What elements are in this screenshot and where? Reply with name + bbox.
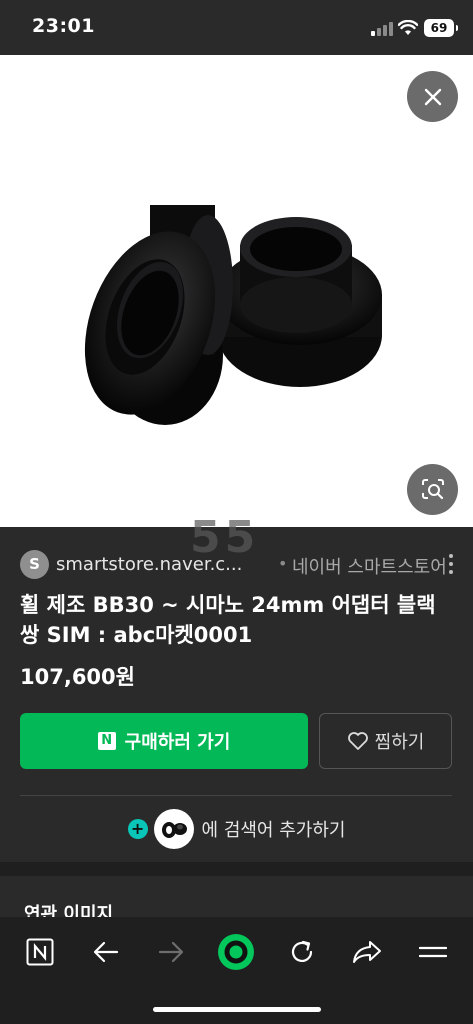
refresh-icon bbox=[291, 940, 313, 963]
forward-arrow-icon bbox=[158, 941, 184, 963]
back-button[interactable] bbox=[86, 932, 126, 972]
home-indicator[interactable] bbox=[153, 1007, 321, 1012]
product-thumbnail-icon bbox=[161, 822, 187, 838]
more-options-icon[interactable] bbox=[445, 554, 457, 576]
source-url[interactable]: smartstore.naver.c... bbox=[56, 554, 242, 575]
wishlist-label: 찜하기 bbox=[374, 732, 425, 753]
source-row[interactable]: S smartstore.naver.c... • 네이버 스마트스토어 bbox=[20, 548, 460, 580]
refresh-button[interactable] bbox=[282, 932, 322, 972]
section-separator bbox=[0, 862, 473, 876]
source-name: 네이버 스마트스토어 bbox=[292, 557, 447, 578]
forward-button[interactable] bbox=[151, 932, 191, 972]
image-search-icon bbox=[421, 478, 444, 499]
buy-button[interactable]: N 구매하러 가기 bbox=[20, 713, 308, 769]
source-avatar: S bbox=[20, 550, 49, 579]
image-search-button[interactable] bbox=[407, 464, 458, 515]
product-image-viewer[interactable] bbox=[0, 55, 473, 527]
battery-icon: 69 bbox=[424, 19, 458, 37]
naver-n-icon bbox=[26, 938, 54, 966]
wishlist-button[interactable]: 찜하기 bbox=[319, 713, 452, 769]
close-button[interactable] bbox=[407, 71, 458, 122]
close-icon bbox=[424, 88, 441, 105]
product-price: 107,600원 bbox=[20, 665, 135, 689]
status-time: 23:01 bbox=[32, 15, 95, 37]
wifi-icon bbox=[398, 20, 418, 35]
back-arrow-icon bbox=[93, 941, 119, 963]
add-search-term-label: 에 검색어 추가하기 bbox=[201, 820, 346, 841]
cellular-signal-icon bbox=[371, 22, 393, 36]
source-separator: • bbox=[278, 554, 288, 573]
status-bar: 23:01 69 bbox=[0, 0, 473, 55]
heart-icon bbox=[347, 732, 368, 750]
naver-home-button[interactable] bbox=[20, 932, 60, 972]
plus-icon: + bbox=[127, 819, 148, 839]
share-icon bbox=[353, 941, 381, 963]
search-thumbnail bbox=[153, 809, 194, 849]
green-dot-button[interactable] bbox=[216, 932, 256, 972]
share-button[interactable] bbox=[347, 932, 387, 972]
buy-button-label: 구매하러 가기 bbox=[124, 732, 231, 753]
add-search-term-button[interactable]: + 에 검색어 추가하기 bbox=[0, 806, 473, 852]
divider bbox=[20, 795, 452, 796]
menu-icon bbox=[419, 946, 447, 958]
product-title[interactable]: 휠 제조 BB30 ~ 시마노 24mm 어댑터 블랙 쌍 SIM : abc마… bbox=[20, 590, 450, 650]
green-home-icon bbox=[218, 934, 254, 970]
product-image bbox=[84, 205, 382, 425]
menu-button[interactable] bbox=[413, 932, 453, 972]
naver-pay-logo-icon: N bbox=[97, 732, 116, 750]
